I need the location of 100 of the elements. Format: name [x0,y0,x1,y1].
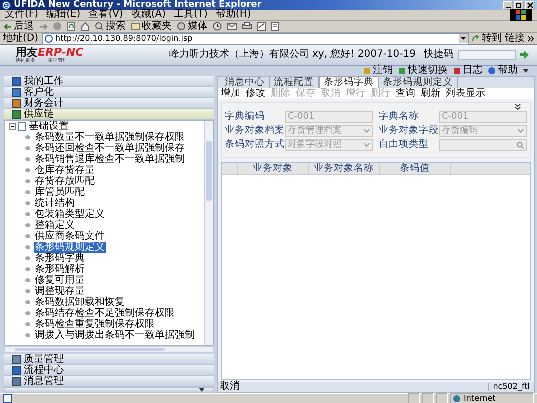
security-zone: Internet [450,393,534,403]
folder-icon [131,22,140,31]
header-link[interactable]: 快速切换 [398,66,448,76]
nav-group[interactable]: 流程中心 [4,365,214,376]
action-button[interactable]: 列表显示 [446,88,486,98]
action-button[interactable]: 修改 [246,88,266,98]
tree-item[interactable]: 条码数据卸载和恢复 [34,297,126,308]
bullet-icon [25,289,31,294]
printer-icon[interactable] [242,22,252,31]
edit-icon[interactable] [257,22,266,31]
search-button[interactable]: 搜索 [95,22,126,32]
action-button[interactable]: 增加 [221,88,241,98]
bullet-icon [25,256,31,261]
field-value: 存货管理档案 [288,126,342,136]
tree-item[interactable]: 供应商条码文件 [34,231,106,242]
header-link[interactable]: 帮助 [488,66,518,76]
caret-icon[interactable] [523,69,529,73]
tree-node[interactable]: 基础设置 [28,121,70,132]
history-icon[interactable] [213,22,222,31]
menu-item[interactable]: 收藏(A) [131,10,166,20]
mail-icon[interactable] [227,22,237,31]
tree-item[interactable]: 存货存放匹配 [34,176,96,187]
field-value: 存货编码 [442,126,478,136]
field-label: 字典名称 [379,112,420,122]
nav-group[interactable]: 质量管理 [4,354,214,365]
document-icon[interactable] [271,22,279,31]
chevron-icon[interactable] [528,36,534,42]
tree-item[interactable]: 条形码规则定义 [34,242,106,253]
menu-item[interactable]: 帮助(H) [216,10,252,20]
url-text: http://20.10.130.89:8070/login.jsp [56,34,193,42]
input-field[interactable] [439,139,527,151]
tree-item[interactable]: 包装箱类型定义 [34,209,106,220]
nav-group[interactable]: 我的工作 [4,76,214,87]
status-user: nc502_ftl [488,383,534,391]
tree-item[interactable]: 整箱定义 [34,220,76,231]
header-link[interactable]: 日志 [453,66,483,76]
go-arrow-icon[interactable] [520,51,529,59]
favorites-button[interactable]: 收藏夹 [131,22,172,32]
media-button[interactable]: 媒体 [177,22,208,32]
links-button[interactable]: 链接 [505,34,525,44]
tree-item[interactable]: 条码结存检查不足强制保存权限 [34,308,176,319]
address-label: 地址(D) [3,34,39,44]
tree-item[interactable]: 调整现存量 [34,286,86,297]
globe-icon [453,394,461,402]
field-value: C-001 [442,112,469,122]
go-button[interactable]: 转到 [472,34,502,44]
go-arrow-icon [472,34,480,42]
field-label: 条码对照方式 [225,140,283,150]
tree-item[interactable]: 调拨入与调拨出条码不一致单据强制 [34,330,196,341]
page-icon [44,34,53,42]
tree-item[interactable]: 条码还回检查不一致单据强制保存 [34,143,186,154]
search-icon[interactable] [517,142,524,148]
tree-item[interactable]: 统计结构 [34,198,76,209]
menu-item[interactable]: 工具(T) [174,10,208,20]
nav-group[interactable]: 供应链 [4,109,214,120]
bullet-icon [25,311,31,316]
help-icon [488,67,496,75]
action-button[interactable]: 查询 [396,88,416,98]
nav-group[interactable]: 财务会计 [4,98,214,109]
tree-item[interactable]: 库管员匹配 [34,187,86,198]
minimize-button[interactable] [503,0,513,10]
tree-item[interactable]: 仓库存货存量 [34,165,96,176]
back-button[interactable]: 后退 [4,22,34,32]
restore-button[interactable] [514,0,524,10]
tree-item[interactable]: 条形码字典 [34,253,86,264]
address-field[interactable]: http://20.10.130.89:8070/login.jsp [42,32,469,44]
bullet-icon [25,300,31,305]
tab[interactable]: 条形码字典 [319,76,379,88]
menu-item[interactable]: 查看(V) [88,10,124,20]
tree-item[interactable]: 条形码解析 [34,264,86,275]
tree-item[interactable]: 修复可用量 [34,275,86,286]
horizontal-scrollbar[interactable] [4,346,214,353]
refresh-icon[interactable] [67,22,76,31]
collapse-toggle-icon[interactable] [9,123,16,130]
brand-logo: 用友ERP-NC [16,46,84,58]
restore-icon [516,2,522,8]
close-icon [526,2,534,8]
bullet-icon [25,146,31,151]
bullet-icon [25,190,31,195]
tree-item[interactable]: 条码销售退库检查不一致单据强制 [34,154,186,165]
bullet-icon [25,201,31,206]
tree-item[interactable]: 条码检查重复强制保存权限 [34,319,156,330]
field-value: C-001 [288,112,315,122]
close-button[interactable] [525,0,535,10]
action-button[interactable]: 刷新 [421,88,441,98]
collapse-icon[interactable] [515,104,521,110]
header-link[interactable]: 注销 [363,66,393,76]
bullet-icon [25,322,31,327]
menu-item[interactable]: 编辑(E) [46,10,81,20]
back-arrow-icon [4,22,12,30]
tree-item[interactable]: 条码数量不一致单据强制保存权限 [34,132,186,143]
nav-group[interactable]: 客户化 [4,87,214,98]
menu-item[interactable]: 文件(F) [5,10,39,20]
log-icon [453,67,461,75]
column-header: 业务对象名称 [309,163,380,174]
vertical-scrollbar[interactable] [204,121,213,345]
quick-code-field[interactable] [458,50,516,60]
bullet-icon [25,234,31,239]
bullet-icon [25,157,31,162]
nav-group[interactable]: 消息管理 [4,376,214,387]
